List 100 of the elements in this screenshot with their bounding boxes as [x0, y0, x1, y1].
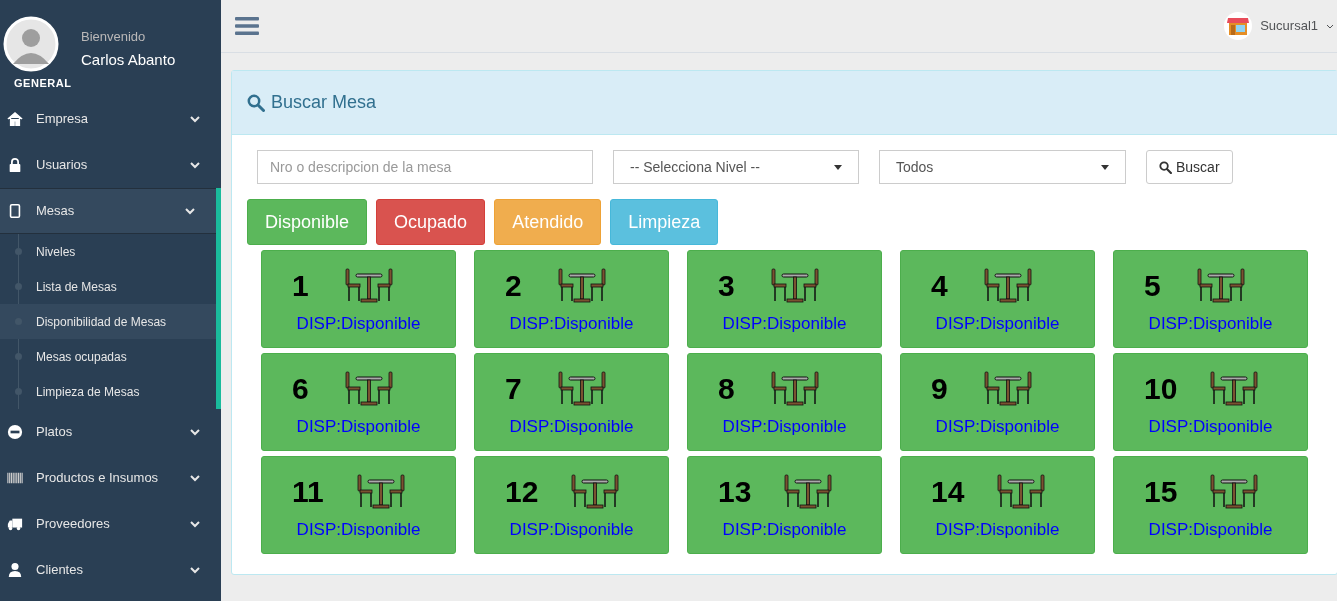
- table-chairs-icon: [983, 267, 1033, 305]
- table-card[interactable]: 13 DISP:Disponible: [687, 456, 882, 554]
- table-chairs-icon: [557, 370, 607, 408]
- table-status: DISP:Disponible: [1147, 416, 1274, 438]
- table-chairs-icon: [1209, 473, 1260, 511]
- table-status: DISP:Disponible: [721, 313, 848, 335]
- table-number: 5: [1144, 269, 1162, 303]
- status-select[interactable]: Todos: [879, 150, 1126, 184]
- table-card[interactable]: 5 DISP:Disponible: [1113, 250, 1308, 348]
- table-status: DISP:Disponible: [508, 519, 635, 541]
- table-chairs-icon: [355, 473, 406, 511]
- table-number: 8: [718, 372, 736, 406]
- search-button[interactable]: Buscar: [1146, 150, 1233, 184]
- menu-item[interactable]: Clientes: [0, 547, 221, 593]
- table-status: DISP:Disponible: [1147, 313, 1274, 335]
- submenu-item[interactable]: Mesas ocupadas: [0, 339, 216, 374]
- menu-item[interactable]: Platos: [0, 409, 221, 455]
- menu-item[interactable]: Usuarios: [0, 142, 221, 188]
- welcome-text: Bienvenido: [81, 28, 146, 46]
- chevron-icon: [1326, 23, 1334, 29]
- menu-item[interactable]: Proveedores: [0, 501, 221, 547]
- table-number: 6: [292, 372, 310, 406]
- table-chairs-icon: [1196, 267, 1246, 305]
- submenu-item[interactable]: Limpieza de Mesas: [0, 374, 216, 409]
- menu-item[interactable]: Productos e Insumos: [0, 455, 221, 501]
- panel-title: Buscar Mesa: [271, 91, 377, 114]
- chevron-icon: [190, 428, 200, 436]
- level-select[interactable]: -- Selecciona Nivel --: [613, 150, 859, 184]
- user-role: GENERAL: [14, 76, 72, 91]
- table-card[interactable]: 11 DISP:Disponible: [261, 456, 456, 554]
- barcode-icon: [7, 470, 23, 486]
- search-icon: [1159, 160, 1172, 174]
- minus-circle-icon: [7, 424, 23, 440]
- table-card[interactable]: 7 DISP:Disponible: [474, 353, 669, 451]
- table-card[interactable]: 10 DISP:Disponible: [1113, 353, 1308, 451]
- table-status: DISP:Disponible: [295, 519, 422, 541]
- table-chairs-icon: [996, 473, 1047, 511]
- chevron-icon: [190, 474, 200, 482]
- table-number: 13: [718, 475, 752, 509]
- table-status: DISP:Disponible: [295, 416, 422, 438]
- search-field[interactable]: Nro o descripcion de la mesa: [257, 150, 593, 184]
- table-status: DISP:Disponible: [934, 416, 1061, 438]
- table-number: 4: [931, 269, 949, 303]
- table-card[interactable]: 2 DISP:Disponible: [474, 250, 669, 348]
- lock-icon: [7, 157, 23, 173]
- submenu-item[interactable]: Niveles: [0, 234, 216, 269]
- table-status: DISP:Disponible: [508, 416, 635, 438]
- user-name: Carlos Abanto: [81, 50, 176, 70]
- table-status: DISP:Disponible: [934, 519, 1061, 541]
- table-chairs-icon: [570, 473, 621, 511]
- table-number: 14: [931, 475, 965, 509]
- table-number: 7: [505, 372, 523, 406]
- table-number: 11: [292, 475, 324, 509]
- caret-icon: [1101, 164, 1109, 170]
- table-chairs-icon: [344, 370, 394, 408]
- menu-item[interactable]: Empresa: [0, 96, 221, 142]
- chevron-icon: [185, 207, 195, 215]
- table-number: 9: [931, 372, 949, 406]
- chevron-icon: [190, 520, 200, 528]
- table-card[interactable]: 4 DISP:Disponible: [900, 250, 1095, 348]
- table-number: 12: [505, 475, 539, 509]
- table-chairs-icon: [557, 267, 607, 305]
- table-chairs-icon: [770, 267, 820, 305]
- status-button[interactable]: Ocupado: [376, 199, 486, 245]
- table-card[interactable]: 6 DISP:Disponible: [261, 353, 456, 451]
- table-status: DISP:Disponible: [721, 519, 848, 541]
- branch-menu[interactable]: Sucursal1: [1224, 12, 1334, 40]
- table-card[interactable]: 14 DISP:Disponible: [900, 456, 1095, 554]
- submenu-item[interactable]: Disponibilidad de Mesas: [0, 304, 216, 339]
- chevron-icon: [190, 161, 200, 169]
- menu-item[interactable]: Mesas: [0, 188, 216, 234]
- table-chairs-icon: [344, 267, 394, 305]
- table-chairs-icon: [783, 473, 834, 511]
- table-status: DISP:Disponible: [295, 313, 422, 335]
- table-card[interactable]: 12 DISP:Disponible: [474, 456, 669, 554]
- table-card[interactable]: 8 DISP:Disponible: [687, 353, 882, 451]
- submenu-item[interactable]: Lista de Mesas: [0, 269, 216, 304]
- table-number: 10: [1144, 372, 1178, 406]
- table-card[interactable]: 15 DISP:Disponible: [1113, 456, 1308, 554]
- chevron-icon: [190, 115, 200, 123]
- table-chairs-icon: [1209, 370, 1260, 408]
- table-card[interactable]: 1 DISP:Disponible: [261, 250, 456, 348]
- home-icon: [7, 111, 23, 127]
- table-number: 2: [505, 269, 523, 303]
- caret-icon: [834, 164, 842, 170]
- table-number: 15: [1144, 475, 1178, 509]
- table-status: DISP:Disponible: [934, 313, 1061, 335]
- tablet-icon: [7, 203, 23, 219]
- user-icon: [7, 562, 23, 578]
- table-chairs-icon: [770, 370, 820, 408]
- table-status: DISP:Disponible: [508, 313, 635, 335]
- avatar-icon: [3, 16, 59, 72]
- table-number: 3: [718, 269, 736, 303]
- store-icon: [1224, 12, 1253, 40]
- table-card[interactable]: 9 DISP:Disponible: [900, 353, 1095, 451]
- chevron-icon: [190, 566, 200, 574]
- menu-icon[interactable]: [235, 16, 259, 36]
- truck-icon: [7, 516, 23, 532]
- table-status: DISP:Disponible: [1147, 519, 1274, 541]
- table-card[interactable]: 3 DISP:Disponible: [687, 250, 882, 348]
